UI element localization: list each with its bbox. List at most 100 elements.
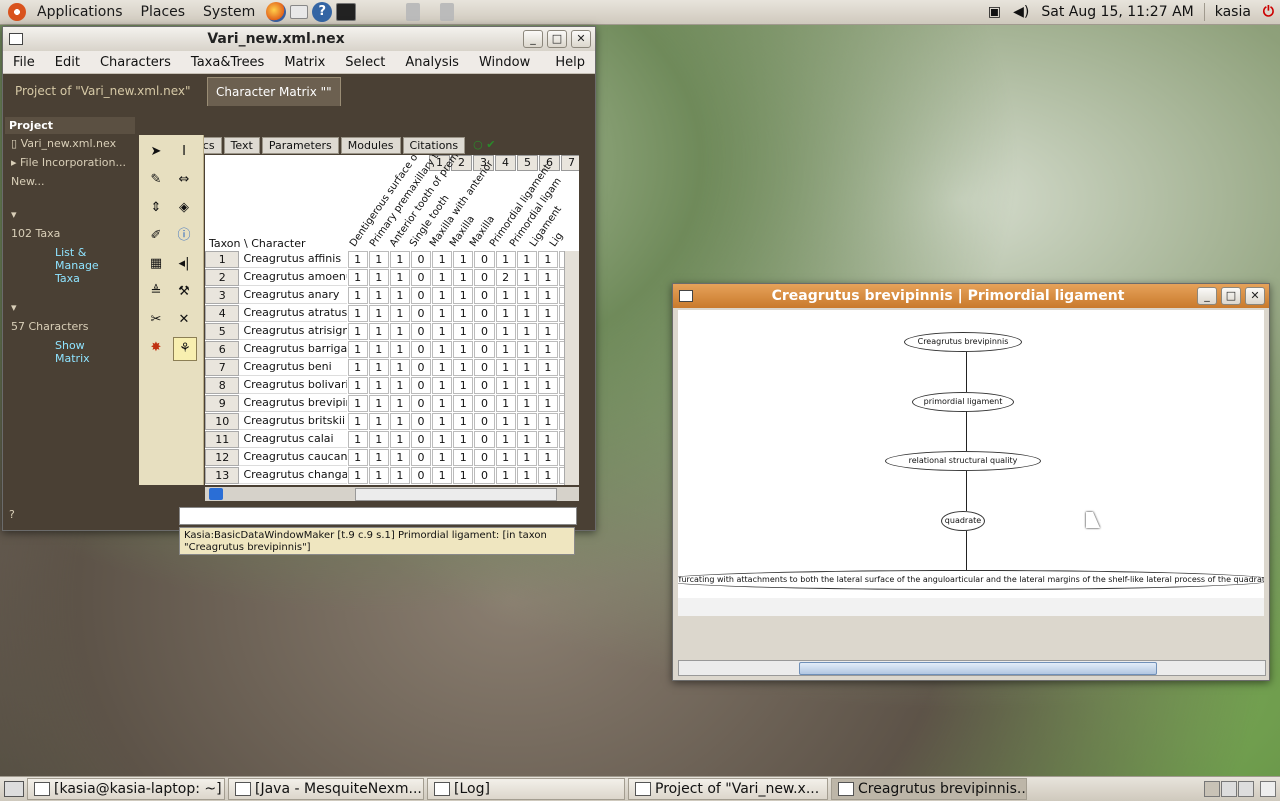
row-number[interactable]: 10	[205, 413, 240, 430]
tab-project[interactable]: Project of "Vari_new.xml.nex"	[7, 77, 199, 105]
matrix-cell[interactable]: 1	[453, 395, 474, 412]
taxon-name[interactable]: Creagrutus beni	[239, 359, 347, 376]
matrix-cell[interactable]: 1	[495, 413, 516, 430]
matrix-cell[interactable]: 1	[368, 305, 389, 322]
matrix-cell[interactable]: 1	[537, 467, 558, 484]
matrix-cell[interactable]: 1	[537, 413, 558, 430]
trash-icon[interactable]	[1260, 781, 1276, 797]
places-menu[interactable]: Places	[132, 0, 195, 24]
matrix-cell[interactable]: 1	[389, 449, 410, 466]
matrix-cell[interactable]: 1	[389, 323, 410, 340]
matrix-cell[interactable]: 0	[474, 359, 495, 376]
matrix-cell[interactable]: 1	[389, 413, 410, 430]
matrix-cell[interactable]: 0	[410, 449, 432, 466]
matrix-cell[interactable]: 1	[368, 395, 389, 412]
maximize-button[interactable]: □	[1221, 287, 1241, 305]
taxon-name[interactable]: Creagrutus calai	[239, 431, 347, 448]
graph-node[interactable]: Creagrutus brevipinnis	[904, 332, 1022, 352]
terminal-icon[interactable]	[336, 3, 357, 21]
matrix-cell[interactable]: 0	[410, 377, 432, 394]
firefox-icon[interactable]	[266, 2, 287, 22]
matrix-cell[interactable]: 1	[537, 395, 558, 412]
matrix-cell[interactable]: 1	[516, 287, 537, 304]
matrix-cell[interactable]: 1	[537, 323, 558, 340]
matrix-cell[interactable]: 1	[347, 413, 368, 430]
matrix-cell[interactable]: 1	[453, 377, 474, 394]
subtab-parameters[interactable]: Parameters	[261, 137, 339, 154]
matrix-cell[interactable]: 0	[474, 305, 495, 322]
graph-node[interactable]: primordial ligament	[912, 392, 1014, 412]
usb-drive-icon[interactable]	[406, 3, 421, 21]
matrix-cell[interactable]: 1	[495, 251, 516, 268]
matrix-cell[interactable]: 0	[410, 359, 432, 376]
matrix-cell[interactable]: 1	[389, 377, 410, 394]
system-menu[interactable]: System	[194, 0, 264, 24]
matrix-cell[interactable]: 1	[453, 431, 474, 448]
matrix-cell[interactable]: 1	[453, 323, 474, 340]
matrix-cell[interactable]: 1	[347, 287, 368, 304]
row-number[interactable]: 7	[205, 359, 240, 376]
matrix-cell[interactable]: 1	[453, 269, 474, 286]
taxon-name[interactable]: Creagrutus anary	[239, 287, 347, 304]
row-number[interactable]: 3	[205, 287, 240, 304]
cross-tool-icon[interactable]: ✕	[173, 309, 195, 331]
menu-select[interactable]: Select	[335, 55, 395, 70]
matrix-cell[interactable]: 1	[389, 305, 410, 322]
matrix-cell[interactable]: 1	[516, 323, 537, 340]
matrix-cell[interactable]: 1	[347, 359, 368, 376]
taxon-name[interactable]: Creagrutus brevipinni	[239, 395, 347, 412]
matrix-cell[interactable]: 1	[389, 431, 410, 448]
graph-node[interactable]: quadrate	[941, 511, 985, 531]
matrix-cell[interactable]: 1	[368, 341, 389, 358]
menu-taxa-trees[interactable]: Taxa&Trees	[181, 55, 274, 70]
minimize-button[interactable]: _	[523, 30, 543, 48]
matrix-cell[interactable]: 2	[495, 269, 516, 286]
table-row[interactable]: 5Creagrutus atrisignun11101101111	[205, 323, 579, 340]
row-number[interactable]: 11	[205, 431, 240, 448]
character-header[interactable]: Lig	[548, 231, 565, 249]
task-terminal[interactable]: [kasia@kasia-laptop: ~]	[27, 778, 225, 800]
matrix-cell[interactable]: 1	[516, 467, 537, 484]
matrix-cell[interactable]: 1	[432, 269, 453, 286]
paint-bucket-icon[interactable]: ◈	[173, 197, 195, 219]
menu-edit[interactable]: Edit	[45, 55, 90, 70]
matrix-cell[interactable]: 0	[410, 323, 432, 340]
matrix-cell[interactable]: 1	[389, 287, 410, 304]
row-number[interactable]: 1	[205, 251, 240, 268]
user-name[interactable]: kasia	[1215, 4, 1251, 20]
matrix-cell[interactable]: 1	[537, 287, 558, 304]
matrix-cell[interactable]: 1	[432, 449, 453, 466]
table-row[interactable]: 7Creagrutus beni11101101111	[205, 359, 579, 376]
ubuntu-logo-icon[interactable]	[8, 3, 26, 21]
matrix-cell[interactable]: 1	[347, 323, 368, 340]
matrix-cell[interactable]: 1	[516, 449, 537, 466]
matrix-cell[interactable]: 1	[368, 323, 389, 340]
table-row[interactable]: 8Creagrutus bolivari11101101111	[205, 377, 579, 394]
command-input[interactable]	[179, 507, 577, 525]
matrix-cell[interactable]: 1	[432, 431, 453, 448]
row-number[interactable]: 2	[205, 269, 240, 286]
matrix-cell[interactable]: 0	[410, 431, 432, 448]
menu-file[interactable]: File	[3, 55, 45, 70]
matrix-cell[interactable]: 1	[432, 251, 453, 268]
matrix-cell[interactable]: 0	[410, 251, 432, 268]
matrix-cell[interactable]: 1	[432, 305, 453, 322]
matrix-cell[interactable]: 1	[347, 377, 368, 394]
matrix-cell[interactable]: 1	[453, 359, 474, 376]
taxon-name[interactable]: Creagrutus amoenus	[239, 269, 347, 286]
characters-collapse-icon[interactable]: ▾	[5, 298, 135, 317]
matrix-cell[interactable]: 0	[410, 341, 432, 358]
show-matrix-link[interactable]: Show Matrix	[5, 336, 101, 368]
matrix-cell[interactable]: 1	[495, 305, 516, 322]
matrix-hscroll[interactable]	[355, 488, 557, 501]
matrix-cell[interactable]: 1	[389, 341, 410, 358]
matrix-cell[interactable]: 1	[347, 467, 368, 484]
row-number[interactable]: 12	[205, 449, 240, 466]
matrix-cell[interactable]: 1	[389, 251, 410, 268]
table-row[interactable]: 9Creagrutus brevipinni11101101111	[205, 395, 579, 412]
matrix-cell[interactable]: 1	[495, 431, 516, 448]
matrix-cell[interactable]: 0	[474, 413, 495, 430]
matrix-cell[interactable]: 1	[537, 449, 558, 466]
file-incorporation-item[interactable]: ▸ File Incorporation...	[5, 153, 135, 172]
ontology-tool-icon[interactable]: ⚘	[173, 337, 197, 361]
